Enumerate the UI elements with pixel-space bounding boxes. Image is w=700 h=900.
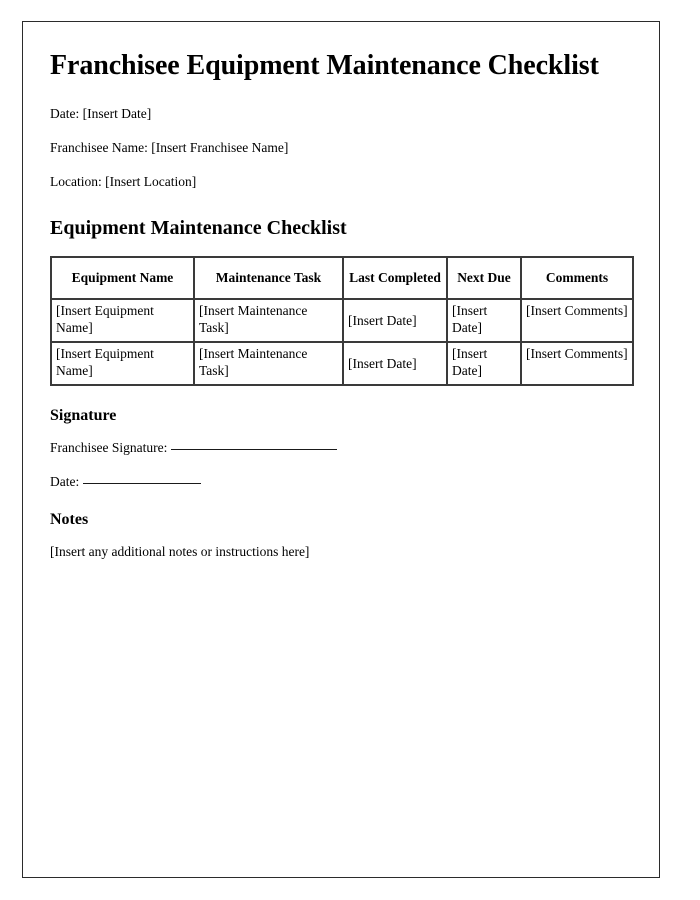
cell-next-due: [Insert Date] [447, 299, 521, 343]
cell-maintenance-task: [Insert Maintenance Task] [194, 299, 343, 343]
document-page: Franchisee Equipment Maintenance Checkli… [22, 21, 660, 878]
cell-comments: [Insert Comments] [521, 299, 633, 343]
notes-placeholder-text: [Insert any additional notes or instruct… [50, 543, 310, 559]
signature-date-write-line[interactable] [83, 482, 202, 484]
document-body: Franchisee Equipment Maintenance Checkli… [23, 22, 659, 560]
signature-date-row: Date: [50, 474, 631, 491]
cell-last-completed: [Insert Date] [343, 342, 447, 386]
column-header-equipment-name: Equipment Name [51, 257, 194, 300]
column-header-maintenance-task: Maintenance Task [194, 257, 343, 300]
franchisee-signature-row: Franchisee Signature: [50, 440, 631, 457]
equipment-maintenance-table: Equipment Name Maintenance Task Last Com… [50, 256, 634, 387]
signature-date-label: Date: [50, 473, 80, 489]
column-header-last-completed: Last Completed [343, 257, 447, 300]
checklist-section-heading: Equipment Maintenance Checklist [50, 217, 347, 240]
cell-equipment-name: [Insert Equipment Name] [51, 299, 194, 343]
table-row: [Insert Equipment Name] [Insert Maintena… [51, 299, 633, 343]
table-header-row: Equipment Name Maintenance Task Last Com… [51, 257, 633, 300]
meta-franchisee-name: Franchisee Name: [Insert Franchisee Name… [50, 139, 289, 155]
signature-section-heading: Signature [50, 407, 117, 425]
table-row: [Insert Equipment Name] [Insert Maintena… [51, 342, 633, 386]
cell-equipment-name: [Insert Equipment Name] [51, 342, 194, 386]
page-title: Franchisee Equipment Maintenance Checkli… [50, 50, 599, 81]
meta-date: Date: [Insert Date] [50, 105, 152, 121]
franchisee-signature-write-line[interactable] [171, 448, 338, 450]
cell-last-completed: [Insert Date] [343, 299, 447, 343]
column-header-comments: Comments [521, 257, 633, 300]
cell-maintenance-task: [Insert Maintenance Task] [194, 342, 343, 386]
franchisee-signature-label: Franchisee Signature: [50, 439, 168, 455]
notes-section-heading: Notes [50, 511, 89, 529]
column-header-next-due: Next Due [447, 257, 521, 300]
cell-next-due: [Insert Date] [447, 342, 521, 386]
meta-location: Location: [Insert Location] [50, 173, 197, 189]
cell-comments: [Insert Comments] [521, 342, 633, 386]
